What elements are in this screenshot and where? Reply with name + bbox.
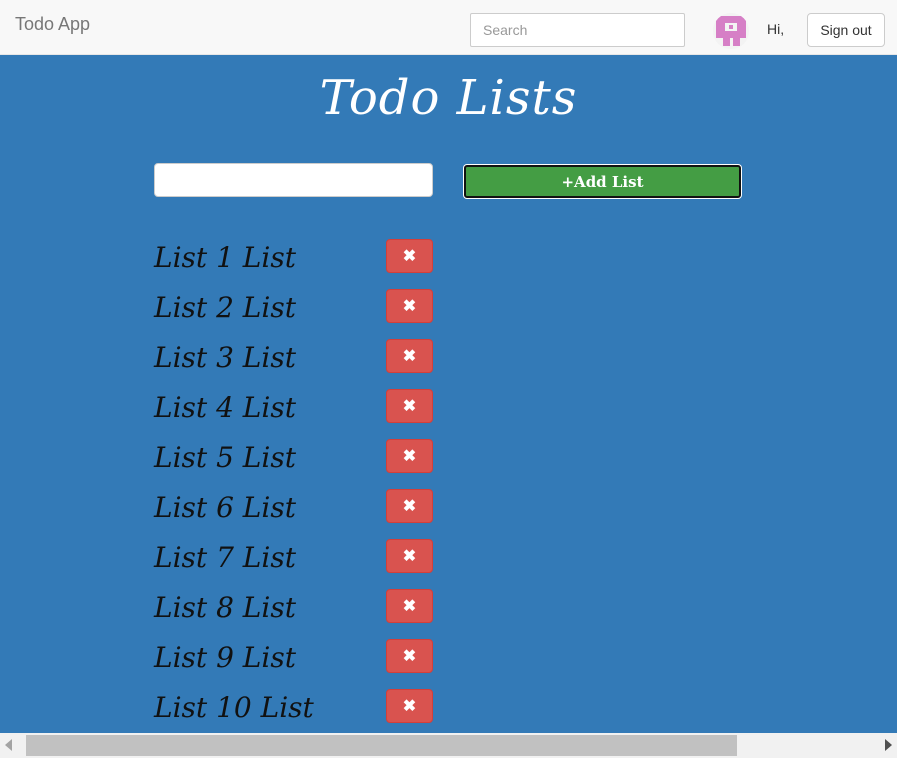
chevron-right-icon[interactable] bbox=[885, 739, 892, 751]
new-list-input[interactable] bbox=[154, 163, 433, 197]
page-title: Todo Lists bbox=[319, 70, 578, 126]
close-icon: ✖ bbox=[402, 548, 417, 565]
brand-link[interactable]: Todo App bbox=[15, 14, 90, 35]
delete-list-button[interactable]: ✖ bbox=[386, 239, 433, 273]
delete-list-button[interactable]: ✖ bbox=[386, 539, 433, 573]
chevron-left-icon[interactable] bbox=[5, 739, 12, 751]
greeting: Hi, bbox=[767, 21, 785, 37]
delete-list-button[interactable]: ✖ bbox=[386, 589, 433, 623]
list-item-name[interactable]: List 5 List bbox=[154, 441, 296, 474]
close-icon: ✖ bbox=[402, 298, 417, 315]
list-item-name[interactable]: List 3 List bbox=[154, 341, 296, 374]
delete-list-button[interactable]: ✖ bbox=[386, 689, 433, 723]
add-list-button[interactable]: +Add List bbox=[464, 165, 741, 198]
list-item-name[interactable]: List 7 List bbox=[154, 541, 296, 574]
delete-list-button[interactable]: ✖ bbox=[386, 439, 433, 473]
delete-list-button[interactable]: ✖ bbox=[386, 489, 433, 523]
list-item-name[interactable]: List 1 List bbox=[154, 241, 296, 274]
list-item-name[interactable]: List 10 List bbox=[154, 691, 314, 724]
close-icon: ✖ bbox=[402, 598, 417, 615]
list-item-name[interactable]: List 8 List bbox=[154, 591, 296, 624]
navbar: Todo App Hi, Sign out bbox=[0, 0, 897, 55]
horizontal-scrollbar[interactable] bbox=[0, 733, 897, 758]
close-icon: ✖ bbox=[402, 698, 417, 715]
close-icon: ✖ bbox=[402, 648, 417, 665]
close-icon: ✖ bbox=[402, 448, 417, 465]
delete-list-button[interactable]: ✖ bbox=[386, 339, 433, 373]
list-item-name[interactable]: List 2 List bbox=[154, 291, 296, 324]
list-item-name[interactable]: List 6 List bbox=[154, 491, 296, 524]
sign-out-button[interactable]: Sign out bbox=[807, 13, 885, 47]
close-icon: ✖ bbox=[402, 498, 417, 515]
delete-list-button[interactable]: ✖ bbox=[386, 289, 433, 323]
delete-list-button[interactable]: ✖ bbox=[386, 639, 433, 673]
search-input[interactable] bbox=[470, 13, 685, 47]
list-item-name[interactable]: List 4 List bbox=[154, 391, 296, 424]
delete-list-button[interactable]: ✖ bbox=[386, 389, 433, 423]
identicon-avatar-icon bbox=[713, 13, 749, 49]
scrollbar-thumb[interactable] bbox=[26, 735, 737, 756]
close-icon: ✖ bbox=[402, 248, 417, 265]
avatar bbox=[713, 13, 749, 49]
close-icon: ✖ bbox=[402, 398, 417, 415]
close-icon: ✖ bbox=[402, 348, 417, 365]
list-item-name[interactable]: List 9 List bbox=[154, 641, 296, 674]
